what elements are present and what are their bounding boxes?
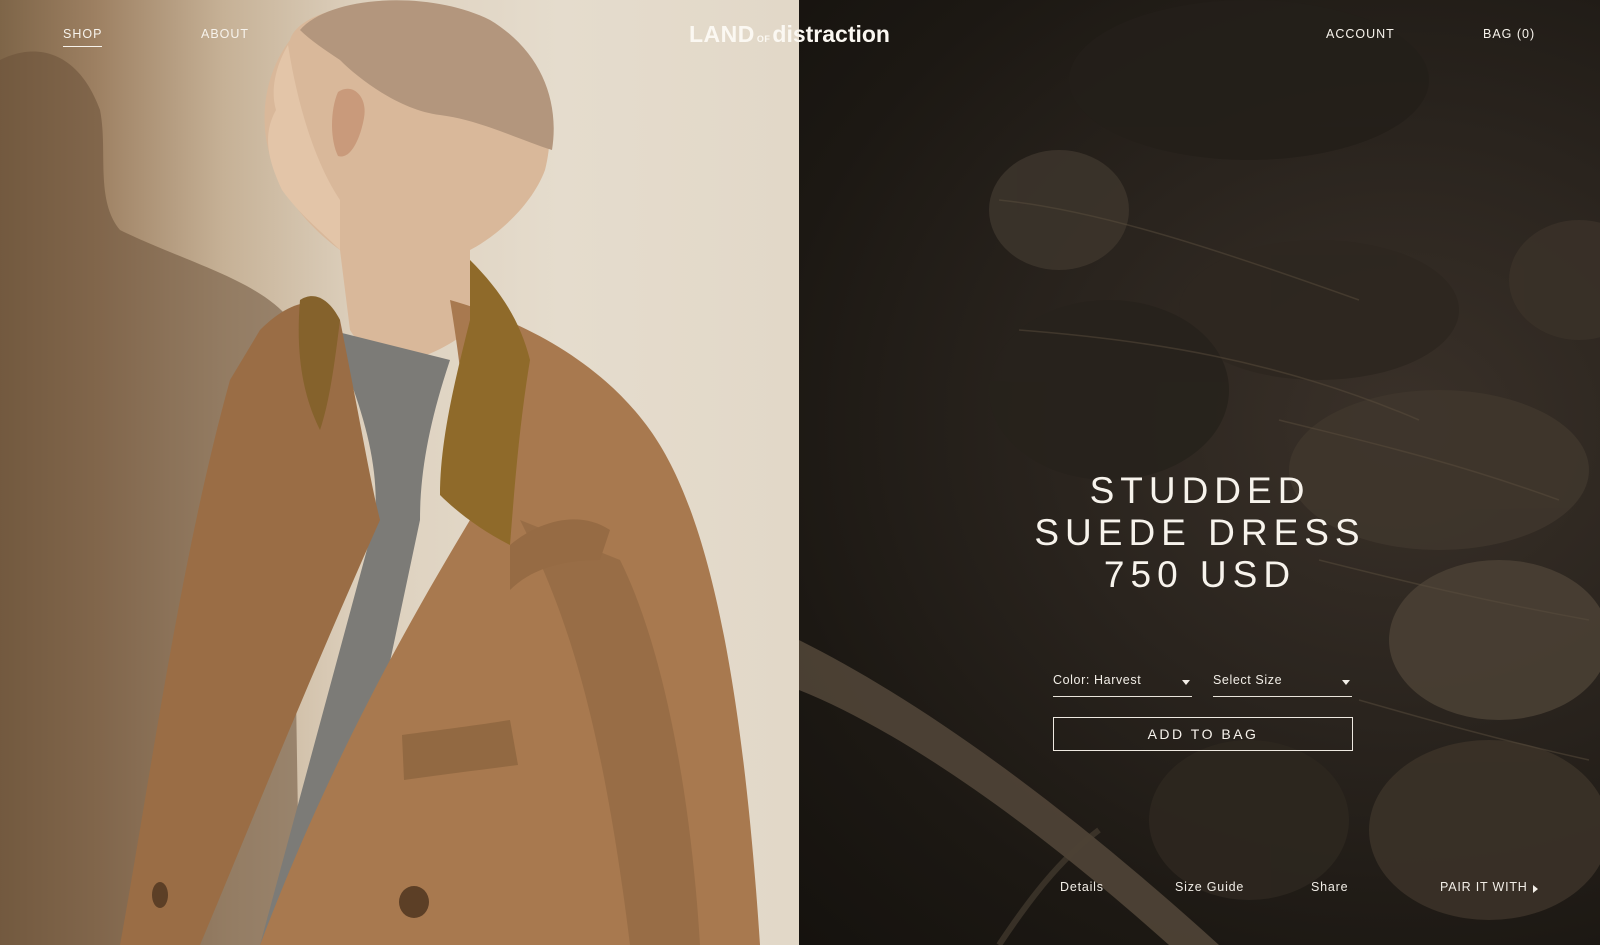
logo-of: OF	[756, 34, 771, 44]
product-options: Color: Harvest Select Size	[1053, 668, 1353, 698]
size-select-label: Select Size	[1213, 673, 1283, 687]
model-photo	[0, 0, 799, 945]
size-guide-link[interactable]: Size Guide	[1175, 880, 1244, 894]
logo-land: LAND	[689, 21, 755, 47]
nav-account[interactable]: ACCOUNT	[1326, 27, 1395, 41]
product-info: STUDDED SUEDE DRESS 750 USD	[1000, 470, 1400, 596]
nav-about[interactable]: ABOUT	[201, 27, 249, 41]
product-price: 750 USD	[1103, 554, 1297, 595]
chevron-down-icon	[1182, 680, 1190, 685]
product-page: SHOP ABOUT LAND OFdistraction ACCOUNT BAG…	[0, 0, 1600, 945]
nav-bag[interactable]: BAG (0)	[1483, 27, 1535, 41]
color-select-label: Color: Harvest	[1053, 673, 1142, 687]
nav-shop[interactable]: SHOP	[63, 27, 103, 47]
size-select[interactable]: Select Size	[1213, 668, 1352, 697]
product-name-line1: STUDDED	[1089, 470, 1311, 511]
model-illustration	[0, 0, 760, 945]
site-header: SHOP ABOUT LAND OFdistraction ACCOUNT BAG…	[0, 0, 1600, 70]
share-link[interactable]: Share	[1311, 880, 1348, 894]
pair-it-with-link[interactable]: PAIR IT WITH	[1440, 880, 1528, 894]
product-name-line2: SUEDE DRESS	[1034, 512, 1366, 553]
site-logo[interactable]: LAND OFdistraction	[689, 19, 890, 54]
color-select[interactable]: Color: Harvest	[1053, 668, 1192, 697]
chevron-down-icon	[1342, 680, 1350, 685]
chevron-right-icon	[1533, 885, 1538, 893]
details-link[interactable]: Details	[1060, 880, 1104, 894]
logo-distraction: distraction	[772, 21, 890, 47]
add-to-bag-button[interactable]: ADD TO BAG	[1053, 717, 1353, 751]
